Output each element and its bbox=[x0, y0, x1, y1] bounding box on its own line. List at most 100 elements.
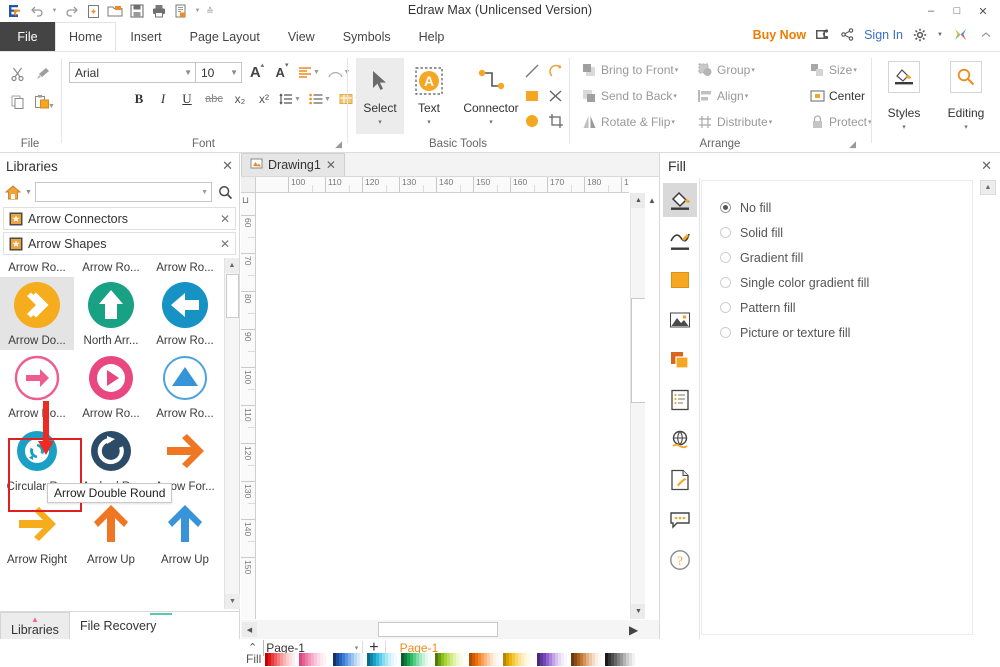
align-button[interactable]: Align ▾ bbox=[696, 85, 748, 107]
search-icon[interactable] bbox=[215, 185, 235, 200]
fill-option-picture-or-texture-fill[interactable]: Picture or texture fill bbox=[720, 320, 972, 345]
fill-option-no-fill[interactable]: No fill bbox=[720, 195, 972, 220]
libraries-scroll-down-button[interactable]: ▼ bbox=[225, 594, 240, 609]
buy-now-link[interactable]: Buy Now bbox=[753, 28, 806, 42]
bring-to-front-button[interactable]: Bring to Front ▾ bbox=[580, 59, 678, 81]
picture-fill-icon[interactable] bbox=[663, 303, 697, 337]
tab-libraries[interactable]: ▲ Libraries bbox=[0, 612, 70, 639]
distribute-button[interactable]: Distribute ▾ bbox=[696, 111, 772, 133]
shadow-color-icon[interactable] bbox=[663, 263, 697, 297]
size-button[interactable]: Size ▾ bbox=[808, 59, 857, 81]
connector-tool[interactable]: Connector ▾ bbox=[454, 58, 528, 134]
help-icon[interactable]: ? bbox=[663, 543, 697, 577]
editing-button[interactable]: Editing ▾ bbox=[938, 58, 994, 138]
menu-tab-page-layout[interactable]: Page Layout bbox=[176, 22, 274, 51]
canvas-scroll-left-button[interactable]: ◀ bbox=[242, 622, 257, 637]
size-caret-icon[interactable]: ▾ bbox=[853, 66, 857, 74]
canvas-vertical-scroll-thumb[interactable] bbox=[631, 298, 646, 403]
libraries-scrollbar[interactable]: ▲ ▼ bbox=[224, 258, 240, 609]
center-button[interactable]: Center bbox=[808, 85, 865, 107]
fill-panel-scrollbar[interactable]: ▲ bbox=[980, 180, 996, 635]
arrange-dialog-launcher[interactable]: ◢ bbox=[849, 139, 856, 150]
rotate-flip-button[interactable]: Rotate & Flip ▾ bbox=[580, 111, 675, 133]
color-swatches[interactable] bbox=[265, 652, 636, 666]
shape-style-icon[interactable] bbox=[663, 343, 697, 377]
page-nav-prev-icon[interactable]: ▲ bbox=[645, 193, 659, 207]
menu-tab-view[interactable]: View bbox=[274, 22, 329, 51]
paste-caret-icon[interactable]: ▼ bbox=[46, 94, 56, 118]
font-family-caret-icon[interactable]: ▼ bbox=[184, 68, 192, 77]
shape-cell-arrow-round-right-outline[interactable]: Arrow Ro... bbox=[0, 350, 74, 423]
font-dialog-launcher[interactable]: ◢ bbox=[335, 139, 342, 150]
fill-bucket-icon[interactable] bbox=[662, 183, 697, 217]
tab-file-recovery[interactable]: File Recovery bbox=[70, 612, 166, 639]
library-arrow-shapes-close-icon[interactable]: ✕ bbox=[220, 237, 230, 251]
shrink-font-button[interactable]: A ▾ bbox=[271, 61, 293, 83]
document-tab-close-icon[interactable]: ✕ bbox=[326, 158, 336, 172]
page-select-caret-icon[interactable]: ▾ bbox=[355, 644, 359, 652]
share-icon[interactable] bbox=[839, 26, 856, 43]
share-cloud-icon[interactable] bbox=[814, 26, 831, 43]
menu-tab-help[interactable]: Help bbox=[405, 22, 459, 51]
canvas-scroll-down-button[interactable]: ▼ bbox=[631, 604, 646, 619]
format-painter-button[interactable] bbox=[31, 62, 55, 86]
text-align-button[interactable]: ▼ bbox=[296, 61, 322, 83]
document-properties-icon[interactable] bbox=[663, 383, 697, 417]
menu-tab-home[interactable]: Home bbox=[55, 22, 117, 51]
maximize-button[interactable]: □ bbox=[944, 1, 970, 21]
shape-cell-arrow-up-blue[interactable]: Arrow Up bbox=[148, 496, 222, 569]
ellipse-tool[interactable] bbox=[520, 109, 544, 133]
fill-panel-close-icon[interactable]: ✕ bbox=[981, 158, 992, 174]
send-to-back-caret-icon[interactable]: ▾ bbox=[673, 92, 677, 100]
font-family-input[interactable]: Arial ▼ bbox=[69, 62, 196, 83]
library-arrow-shapes[interactable]: Arrow Shapes ✕ bbox=[3, 232, 236, 255]
rotate-flip-caret-icon[interactable]: ▾ bbox=[671, 118, 675, 126]
shape-cell-arrow-double-round[interactable]: Arrow Do... bbox=[0, 277, 74, 350]
line-spacing-button[interactable]: ▼ bbox=[277, 88, 303, 110]
line-style-icon[interactable] bbox=[663, 223, 697, 257]
protect-button[interactable]: Protect ▾ bbox=[808, 111, 872, 133]
shape-cell-play-circle[interactable]: Arrow Ro... bbox=[74, 350, 148, 423]
close-button[interactable]: ✕ bbox=[970, 1, 996, 21]
distribute-caret-icon[interactable]: ▾ bbox=[769, 118, 773, 126]
strikethrough-button[interactable]: abc bbox=[201, 88, 227, 110]
font-size-caret-icon[interactable]: ▼ bbox=[230, 68, 238, 77]
libraries-panel-close-icon[interactable]: ✕ bbox=[222, 158, 233, 174]
pencil-tool[interactable] bbox=[544, 84, 568, 108]
superscript-button[interactable]: x² bbox=[253, 88, 275, 110]
canvas-horizontal-scroll-thumb[interactable] bbox=[378, 622, 498, 637]
menu-tab-symbols[interactable]: Symbols bbox=[329, 22, 405, 51]
fill-option-pattern-fill[interactable]: Pattern fill bbox=[720, 295, 972, 320]
menu-file[interactable]: File bbox=[0, 22, 55, 51]
fill-option-solid-fill[interactable]: Solid fill bbox=[720, 220, 972, 245]
connector-tool-caret-icon[interactable]: ▾ bbox=[489, 118, 493, 126]
styles-button[interactable]: Styles ▾ bbox=[876, 58, 932, 138]
sign-in-link[interactable]: Sign In bbox=[864, 28, 903, 42]
search-dropdown-caret-icon[interactable]: ▼ bbox=[201, 189, 208, 196]
arc-tool[interactable] bbox=[544, 59, 568, 83]
drawing-canvas[interactable] bbox=[257, 194, 629, 619]
shape-cell-arrow-round-left[interactable]: Arrow Ro... bbox=[148, 277, 222, 350]
library-arrow-connectors[interactable]: Arrow Connectors ✕ bbox=[3, 207, 236, 230]
shape-cell-north-arrow[interactable]: North Arr... bbox=[74, 277, 148, 350]
canvas-scroll-right-button[interactable]: ▶ bbox=[629, 623, 638, 637]
editing-caret-icon[interactable]: ▾ bbox=[964, 123, 968, 131]
subscript-button[interactable]: x₂ bbox=[229, 88, 251, 110]
document-tab-drawing1[interactable]: Drawing1 ✕ bbox=[241, 153, 345, 176]
rectangle-tool[interactable] bbox=[520, 84, 544, 108]
bold-button[interactable]: B bbox=[129, 88, 149, 110]
color-swatch[interactable] bbox=[632, 652, 636, 666]
note-edit-icon[interactable] bbox=[663, 463, 697, 497]
shape-cell[interactable]: Arrow Ro... bbox=[148, 260, 222, 277]
canvas-scroll-up-button[interactable]: ▲ bbox=[631, 193, 646, 208]
shape-cell-arrow-right[interactable]: Arrow Right bbox=[0, 496, 74, 569]
italic-button[interactable]: I bbox=[153, 88, 173, 110]
library-arrow-connectors-close-icon[interactable]: ✕ bbox=[220, 212, 230, 226]
crop-tool[interactable] bbox=[544, 109, 568, 133]
line-tool[interactable] bbox=[520, 59, 544, 83]
collapse-ribbon-icon[interactable] bbox=[977, 26, 994, 43]
canvas-horizontal-scrollbar[interactable]: ◀ bbox=[241, 620, 629, 639]
hyperlink-globe-icon[interactable] bbox=[663, 423, 697, 457]
copy-button[interactable] bbox=[6, 90, 30, 114]
cut-button[interactable] bbox=[6, 62, 30, 86]
